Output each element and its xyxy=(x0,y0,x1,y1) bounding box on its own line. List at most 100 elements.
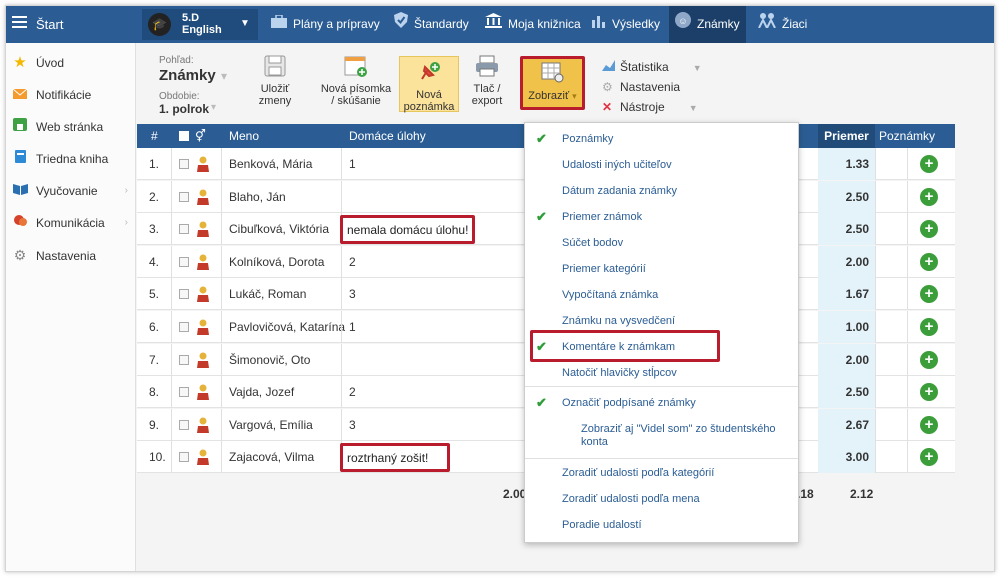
student-name[interactable]: Vajda, Jozef xyxy=(229,376,294,408)
menu-item-option[interactable]: Súčet bodov xyxy=(525,230,798,256)
sidebar-item-intro[interactable]: ★ Úvod xyxy=(6,47,136,79)
sidebar-item-communication[interactable]: Komunikácia › xyxy=(6,207,136,239)
average-value: 1.33 xyxy=(845,157,869,171)
bar-chart-icon xyxy=(592,6,606,43)
print-export-button[interactable]: Tlač / export xyxy=(467,55,507,107)
student-name[interactable]: Pavlovičová, Katarína xyxy=(229,311,345,343)
average-cell: 1.33 xyxy=(818,148,875,180)
show-button[interactable]: Zobraziť ▾ xyxy=(520,56,585,110)
menu-item-label: Priemer známok xyxy=(562,211,643,223)
new-note-button[interactable]: Nová poznámka xyxy=(399,56,459,113)
student-name[interactable]: Cibuľková, Viktória xyxy=(229,213,329,245)
sidebar-item-teaching[interactable]: Vyučovanie › xyxy=(6,175,136,207)
select-all-checkbox[interactable] xyxy=(179,131,189,141)
gear-icon: ⚙ xyxy=(13,247,27,263)
show-dropdown-menu: ✔ Poznámky Udalosti iných učiteľov Dátum za… xyxy=(524,122,799,543)
view-selector[interactable]: Známky ▾ xyxy=(159,67,239,87)
row-checkbox[interactable] xyxy=(179,224,189,235)
average-cell: 3.00 xyxy=(818,441,875,474)
student-name[interactable]: Zajacová, Vilma xyxy=(229,441,314,473)
row-checkbox[interactable] xyxy=(179,191,189,202)
tools-menu[interactable]: ✕ Nástroje ▼ xyxy=(602,100,698,114)
student-name[interactable]: Šimonovič, Oto xyxy=(229,344,310,376)
print-label-line1: Tlač / xyxy=(473,83,501,95)
average-value: 3.00 xyxy=(845,450,869,465)
col-header-name[interactable]: Meno xyxy=(229,124,259,148)
col-header-homework[interactable]: Domáce úlohy xyxy=(349,124,426,148)
nav-results[interactable]: Výsledky xyxy=(592,6,660,43)
menu-item-signed[interactable]: ✔ Označiť podpísané známky xyxy=(525,390,798,416)
nav-standards[interactable]: Štandardy xyxy=(394,6,469,43)
add-note-icon[interactable]: + xyxy=(920,285,938,304)
hamburger-menu-icon[interactable] xyxy=(12,16,27,28)
menu-item-option[interactable]: Priemer kategórií xyxy=(525,256,798,282)
add-note-icon[interactable]: + xyxy=(920,383,938,402)
sidebar-item-class-book[interactable]: Triedna kniha xyxy=(6,143,136,175)
menu-item-option[interactable]: Vypočítaná známka xyxy=(525,282,798,308)
sidebar-item-notifications[interactable]: Notifikácie xyxy=(6,79,136,111)
gears-icon: ⚙ xyxy=(602,80,613,94)
row-checkbox[interactable] xyxy=(179,256,189,267)
student-name[interactable]: Benková, Mária xyxy=(229,148,312,180)
menu-item-sort[interactable]: Zoradiť udalosti podľa kategórií xyxy=(525,460,798,486)
menu-item-sort[interactable]: Poradie udalostí xyxy=(525,512,798,538)
sidebar-item-website[interactable]: Web stránka xyxy=(6,111,136,143)
menu-item-seen-by-students[interactable]: Zobraziť aj "Videl som" zo študentského … xyxy=(581,423,791,449)
save-changes-button[interactable]: Uložiť zmeny xyxy=(255,55,295,107)
menu-item-option[interactable]: ✔ Poznámky xyxy=(525,126,798,152)
divider xyxy=(341,376,342,409)
average-cell: 2.50 xyxy=(818,213,875,246)
homework-cell[interactable]: 1 xyxy=(349,148,356,180)
homework-comment-cell[interactable]: roztrhaný zošit! xyxy=(340,443,450,473)
add-note-icon[interactable]: + xyxy=(920,448,938,467)
divider xyxy=(907,180,908,213)
row-checkbox[interactable] xyxy=(179,419,189,430)
nav-plans[interactable]: Plány a prípravy xyxy=(271,6,380,43)
row-checkbox[interactable] xyxy=(179,159,189,169)
divider xyxy=(875,278,876,311)
add-note-icon[interactable]: + xyxy=(920,187,938,206)
period-selector[interactable]: 1. polrok ▾ xyxy=(159,102,239,118)
homework-comment-cell[interactable]: nemala domácu úlohu! xyxy=(340,215,475,245)
row-checkbox[interactable] xyxy=(179,354,189,365)
nav-library[interactable]: Moja knižnica xyxy=(485,6,581,43)
student-name[interactable]: Vargová, Emília xyxy=(229,409,313,441)
student-name[interactable]: Kolníková, Dorota xyxy=(229,246,324,278)
homework-cell[interactable]: 2 xyxy=(349,246,356,278)
divider xyxy=(341,408,342,441)
row-checkbox[interactable] xyxy=(179,452,189,463)
add-note-icon[interactable]: + xyxy=(920,318,938,336)
stats-menu[interactable]: Štatistika ▼ xyxy=(602,60,702,74)
add-note-icon[interactable]: + xyxy=(920,415,938,434)
add-note-icon[interactable]: + xyxy=(920,350,938,369)
add-note-icon[interactable]: + xyxy=(920,220,938,239)
student-avatar-icon xyxy=(197,286,209,305)
homework-cell[interactable]: 1 xyxy=(349,311,356,343)
col-header-average[interactable]: Priemer xyxy=(818,124,875,148)
start-link[interactable]: Štart xyxy=(36,17,63,32)
row-checkbox[interactable] xyxy=(179,322,189,332)
new-test-button[interactable]: Nová písomka / skúšanie xyxy=(317,55,395,107)
add-note-icon[interactable]: + xyxy=(920,252,938,271)
homework-cell[interactable]: 3 xyxy=(349,409,356,441)
divider xyxy=(221,408,222,441)
menu-item-option[interactable]: Dátum zadania známky xyxy=(525,178,798,204)
menu-item-sort[interactable]: Zoradiť udalosti podľa mena xyxy=(525,486,798,512)
nav-students[interactable]: Žiaci xyxy=(758,6,807,43)
average-cell: 2.00 xyxy=(818,343,875,376)
menu-item-option[interactable]: Natočiť hlavičky stĺpcov xyxy=(525,360,798,386)
sidebar-item-settings[interactable]: ⚙ Nastavenia xyxy=(6,239,136,271)
menu-item-option[interactable]: Udalosti iných učiteľov xyxy=(525,152,798,178)
class-selector[interactable]: 🎓 5.D English ▼ xyxy=(142,9,258,40)
col-header-notes[interactable]: Poznámky xyxy=(879,124,935,148)
homework-cell[interactable]: 2 xyxy=(349,376,356,408)
student-name[interactable]: Lukáč, Roman xyxy=(229,278,306,310)
student-name[interactable]: Blaho, Ján xyxy=(229,181,286,213)
settings-option[interactable]: ⚙ Nastavenia xyxy=(602,80,680,94)
row-checkbox[interactable] xyxy=(179,387,189,398)
row-checkbox[interactable] xyxy=(179,289,189,300)
homework-cell[interactable]: 3 xyxy=(349,278,356,310)
add-note-icon[interactable]: + xyxy=(920,155,938,173)
nav-grades[interactable]: ☺ Známky xyxy=(669,6,746,43)
menu-item-option[interactable]: ✔ Priemer známok xyxy=(525,204,798,230)
